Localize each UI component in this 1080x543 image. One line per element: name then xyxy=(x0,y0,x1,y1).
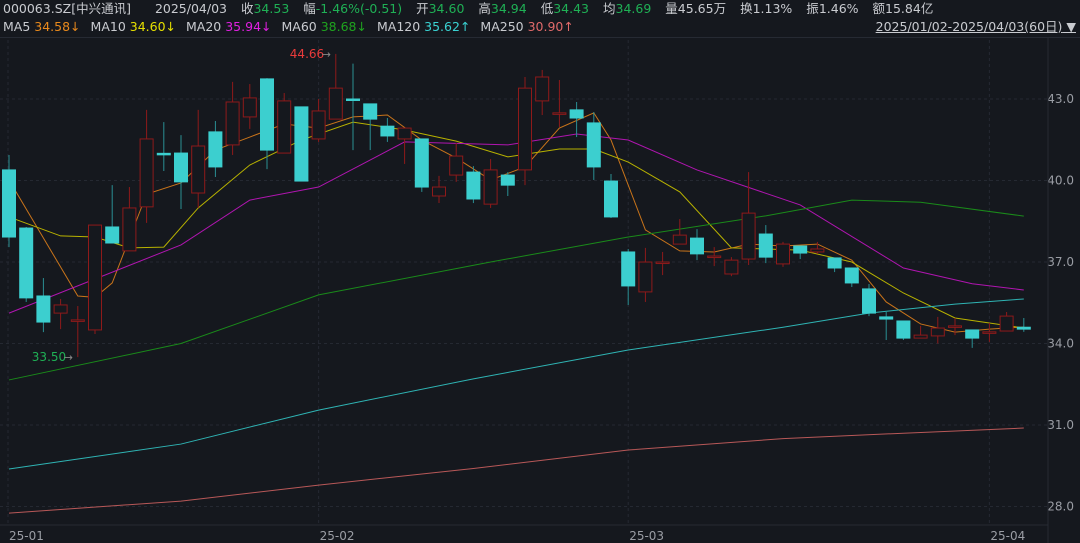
y-tick-label: 37.0 xyxy=(1047,255,1074,269)
candle-up xyxy=(449,155,464,176)
candle-up xyxy=(707,255,722,259)
candle-down xyxy=(690,237,704,255)
candle-down xyxy=(174,152,188,183)
candle-up xyxy=(535,76,550,102)
candle-up xyxy=(552,112,567,115)
candle-up xyxy=(139,138,154,208)
min-price-label: 33.50 xyxy=(32,350,66,364)
ma-line-ma120 xyxy=(8,298,1024,470)
max-price-label: 44.66 xyxy=(290,47,324,61)
candle-up xyxy=(948,325,962,328)
ma-line-ma250 xyxy=(8,427,1024,514)
candle-down xyxy=(569,109,584,119)
candle-up xyxy=(122,207,137,252)
candle-down xyxy=(260,78,274,151)
candle-up xyxy=(70,319,85,322)
y-tick-label: 34.0 xyxy=(1047,337,1074,351)
candle-up xyxy=(277,100,292,154)
candle-up xyxy=(999,315,1014,332)
candle-down xyxy=(346,98,360,101)
candle-up xyxy=(776,243,790,265)
ma-line-ma20 xyxy=(8,133,1024,314)
candle-down xyxy=(294,106,309,182)
candle-down xyxy=(862,288,876,314)
candle-down xyxy=(758,233,773,258)
candle-down xyxy=(414,138,429,188)
candle-down xyxy=(363,103,378,120)
candle-down xyxy=(36,295,51,323)
arrow-right-icon: → xyxy=(322,48,331,61)
x-tick-label: 25-03 xyxy=(629,529,664,543)
candle-up xyxy=(982,331,997,334)
candle-down xyxy=(844,267,859,284)
candle-down xyxy=(500,174,515,186)
candle-up xyxy=(672,234,687,245)
candle-up xyxy=(655,261,670,265)
y-tick-label: 28.0 xyxy=(1047,500,1074,514)
candle-up xyxy=(741,212,756,260)
candle-down xyxy=(156,152,171,156)
candle-up xyxy=(930,327,945,337)
candle-down xyxy=(621,251,636,287)
candle-up xyxy=(913,334,928,339)
y-tick-label: 43.0 xyxy=(1047,92,1074,106)
candle-down xyxy=(965,329,980,339)
candle-down xyxy=(19,227,34,299)
candle-down xyxy=(604,180,618,218)
candle-up xyxy=(638,261,653,293)
x-tick-label: 25-01 xyxy=(9,529,44,543)
candle-up xyxy=(191,145,206,194)
candle-up xyxy=(328,87,343,120)
candle-down xyxy=(879,316,894,320)
candle-down xyxy=(896,320,911,339)
x-tick-label: 25-02 xyxy=(320,529,355,543)
candle-down xyxy=(793,245,808,254)
candle-down xyxy=(1016,326,1031,330)
candle-down xyxy=(208,131,223,168)
candle-up xyxy=(88,224,102,331)
candle-up xyxy=(225,101,240,146)
arrow-right-icon: → xyxy=(64,351,73,364)
candle-down xyxy=(380,125,395,137)
candle-up xyxy=(242,97,257,118)
candle-up xyxy=(483,169,498,205)
candle-down xyxy=(827,257,842,269)
candle-up xyxy=(724,259,739,275)
candle-up xyxy=(432,186,446,197)
candle-up xyxy=(810,248,825,253)
candle-up xyxy=(53,304,68,314)
candle-down xyxy=(586,122,601,168)
y-tick-label: 40.0 xyxy=(1047,174,1074,188)
candlestick-chart[interactable]: 43.0 40.0 37.0 34.0 31.0 28.0 25-01 25-02 25-03 2… xyxy=(0,0,1080,543)
x-tick-label: 25-04 xyxy=(990,529,1025,543)
candle-down xyxy=(105,226,120,244)
candle-up xyxy=(397,127,412,140)
candle-up xyxy=(311,110,326,140)
candle-down xyxy=(2,169,16,238)
y-tick-label: 31.0 xyxy=(1047,418,1074,432)
candle-up xyxy=(518,87,532,171)
candle-down xyxy=(466,171,481,200)
